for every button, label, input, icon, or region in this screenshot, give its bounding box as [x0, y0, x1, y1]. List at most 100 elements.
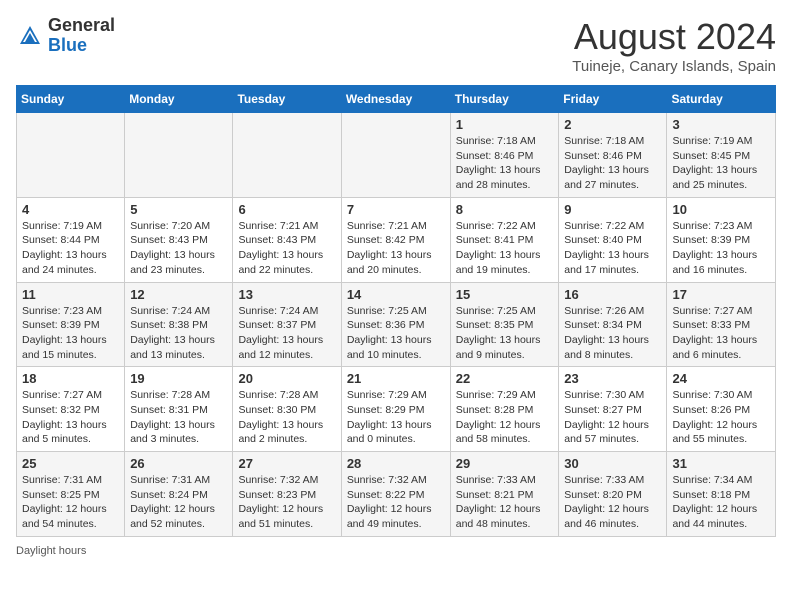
calendar-cell: 4 Sunrise: 7:19 AM Sunset: 8:44 PM Daylig…	[17, 197, 125, 282]
day-number: 6	[238, 202, 335, 217]
day-info: Sunrise: 7:33 AM Sunset: 8:21 PM Dayligh…	[456, 473, 554, 532]
col-header-friday: Friday	[559, 86, 667, 113]
day-info: Sunrise: 7:26 AM Sunset: 8:34 PM Dayligh…	[564, 304, 661, 363]
day-info: Sunrise: 7:27 AM Sunset: 8:33 PM Dayligh…	[672, 304, 770, 363]
calendar-cell: 5Sunrise: 7:20 AM Sunset: 8:43 PM Daylig…	[125, 197, 233, 282]
calendar-cell: 21Sunrise: 7:29 AM Sunset: 8:29 PM Dayli…	[341, 367, 450, 452]
day-info: Sunrise: 7:29 AM Sunset: 8:28 PM Dayligh…	[456, 388, 554, 447]
calendar-header-row: SundayMondayTuesdayWednesdayThursdayFrid…	[17, 86, 776, 113]
calendar-cell: 25 Sunrise: 7:31 AM Sunset: 8:25 PM Dayli…	[17, 452, 125, 537]
day-info: Sunrise: 7:18 AM Sunset: 8:46 PM Dayligh…	[564, 134, 661, 193]
col-header-saturday: Saturday	[667, 86, 776, 113]
day-info: Sunrise: 7:19 AM Sunset: 8:44 PM Dayligh…	[22, 219, 119, 278]
day-info: Sunrise: 7:25 AM Sunset: 8:36 PM Dayligh…	[347, 304, 445, 363]
calendar-cell: 27Sunrise: 7:32 AM Sunset: 8:23 PM Dayli…	[233, 452, 341, 537]
day-number: 4	[22, 202, 119, 217]
day-number: 17	[672, 287, 770, 302]
day-info: Sunrise: 7:22 AM Sunset: 8:41 PM Dayligh…	[456, 219, 554, 278]
calendar-cell: 23 Sunrise: 7:30 AM Sunset: 8:27 PM Dayli…	[559, 367, 667, 452]
col-header-monday: Monday	[125, 86, 233, 113]
day-info: Sunrise: 7:28 AM Sunset: 8:30 PM Dayligh…	[238, 388, 335, 447]
calendar-cell: 16Sunrise: 7:26 AM Sunset: 8:34 PM Dayli…	[559, 282, 667, 367]
day-number: 30	[564, 456, 661, 471]
calendar-cell: 22Sunrise: 7:29 AM Sunset: 8:28 PM Dayli…	[450, 367, 559, 452]
day-info: Sunrise: 7:24 AM Sunset: 8:37 PM Dayligh…	[238, 304, 335, 363]
calendar-cell: 20 Sunrise: 7:28 AM Sunset: 8:30 PM Dayli…	[233, 367, 341, 452]
day-info: Sunrise: 7:21 AM Sunset: 8:42 PM Dayligh…	[347, 219, 445, 278]
logo-icon	[16, 22, 44, 50]
calendar-cell: 26 Sunrise: 7:31 AM Sunset: 8:24 PM Dayli…	[125, 452, 233, 537]
daylight-label: Daylight hours	[16, 545, 86, 557]
month-title: August 2024	[572, 16, 776, 58]
logo: General Blue	[16, 16, 115, 56]
calendar-cell: 28 Sunrise: 7:32 AM Sunset: 8:22 PM Dayli…	[341, 452, 450, 537]
day-number: 23	[564, 371, 661, 386]
day-number: 14	[347, 287, 445, 302]
col-header-wednesday: Wednesday	[341, 86, 450, 113]
logo-general-text: General	[48, 15, 115, 35]
day-number: 19	[130, 371, 227, 386]
calendar-cell: 6 Sunrise: 7:21 AM Sunset: 8:43 PM Daylig…	[233, 197, 341, 282]
calendar-cell: 12 Sunrise: 7:24 AM Sunset: 8:38 PM Dayli…	[125, 282, 233, 367]
calendar-week-row: 4 Sunrise: 7:19 AM Sunset: 8:44 PM Daylig…	[17, 197, 776, 282]
day-number: 31	[672, 456, 770, 471]
day-info: Sunrise: 7:28 AM Sunset: 8:31 PM Dayligh…	[130, 388, 227, 447]
day-info: Sunrise: 7:32 AM Sunset: 8:22 PM Dayligh…	[347, 473, 445, 532]
day-number: 8	[456, 202, 554, 217]
calendar-cell: 3 Sunrise: 7:19 AM Sunset: 8:45 PM Daylig…	[667, 113, 776, 198]
day-number: 3	[672, 117, 770, 132]
location-subtitle: Tuineje, Canary Islands, Spain	[572, 58, 776, 75]
day-info: Sunrise: 7:21 AM Sunset: 8:43 PM Dayligh…	[238, 219, 335, 278]
day-info: Sunrise: 7:18 AM Sunset: 8:46 PM Dayligh…	[456, 134, 554, 193]
calendar-week-row: 25 Sunrise: 7:31 AM Sunset: 8:25 PM Dayli…	[17, 452, 776, 537]
calendar-cell: 17 Sunrise: 7:27 AM Sunset: 8:33 PM Dayli…	[667, 282, 776, 367]
col-header-sunday: Sunday	[17, 86, 125, 113]
calendar-cell: 13Sunrise: 7:24 AM Sunset: 8:37 PM Dayli…	[233, 282, 341, 367]
calendar-cell: 10 Sunrise: 7:23 AM Sunset: 8:39 PM Dayli…	[667, 197, 776, 282]
day-number: 29	[456, 456, 554, 471]
day-number: 15	[456, 287, 554, 302]
day-number: 12	[130, 287, 227, 302]
day-number: 20	[238, 371, 335, 386]
col-header-tuesday: Tuesday	[233, 86, 341, 113]
header: General Blue August 2024 Tuineje, Canary…	[16, 16, 776, 75]
day-info: Sunrise: 7:29 AM Sunset: 8:29 PM Dayligh…	[347, 388, 445, 447]
calendar-week-row: 11 Sunrise: 7:23 AM Sunset: 8:39 PM Dayli…	[17, 282, 776, 367]
day-info: Sunrise: 7:22 AM Sunset: 8:40 PM Dayligh…	[564, 219, 661, 278]
logo-text: General Blue	[48, 16, 115, 56]
day-number: 28	[347, 456, 445, 471]
day-number: 18	[22, 371, 119, 386]
day-info: Sunrise: 7:27 AM Sunset: 8:32 PM Dayligh…	[22, 388, 119, 447]
day-info: Sunrise: 7:23 AM Sunset: 8:39 PM Dayligh…	[22, 304, 119, 363]
day-info: Sunrise: 7:23 AM Sunset: 8:39 PM Dayligh…	[672, 219, 770, 278]
day-info: Sunrise: 7:24 AM Sunset: 8:38 PM Dayligh…	[130, 304, 227, 363]
day-number: 2	[564, 117, 661, 132]
logo-blue-text: Blue	[48, 35, 87, 55]
day-info: Sunrise: 7:20 AM Sunset: 8:43 PM Dayligh…	[130, 219, 227, 278]
day-info: Sunrise: 7:31 AM Sunset: 8:24 PM Dayligh…	[130, 473, 227, 532]
calendar-cell: 29 Sunrise: 7:33 AM Sunset: 8:21 PM Dayli…	[450, 452, 559, 537]
day-info: Sunrise: 7:30 AM Sunset: 8:27 PM Dayligh…	[564, 388, 661, 447]
calendar-cell: 1Sunrise: 7:18 AM Sunset: 8:46 PM Daylig…	[450, 113, 559, 198]
day-number: 26	[130, 456, 227, 471]
day-info: Sunrise: 7:32 AM Sunset: 8:23 PM Dayligh…	[238, 473, 335, 532]
calendar-cell: 9 Sunrise: 7:22 AM Sunset: 8:40 PM Daylig…	[559, 197, 667, 282]
day-number: 25	[22, 456, 119, 471]
calendar-cell: 14 Sunrise: 7:25 AM Sunset: 8:36 PM Dayli…	[341, 282, 450, 367]
calendar-cell: 30 Sunrise: 7:33 AM Sunset: 8:20 PM Dayli…	[559, 452, 667, 537]
day-info: Sunrise: 7:30 AM Sunset: 8:26 PM Dayligh…	[672, 388, 770, 447]
calendar-cell: 24Sunrise: 7:30 AM Sunset: 8:26 PM Dayli…	[667, 367, 776, 452]
col-header-thursday: Thursday	[450, 86, 559, 113]
day-number: 11	[22, 287, 119, 302]
calendar-cell: 8 Sunrise: 7:22 AM Sunset: 8:41 PM Daylig…	[450, 197, 559, 282]
day-number: 9	[564, 202, 661, 217]
day-info: Sunrise: 7:34 AM Sunset: 8:18 PM Dayligh…	[672, 473, 770, 532]
calendar-cell: 7Sunrise: 7:21 AM Sunset: 8:42 PM Daylig…	[341, 197, 450, 282]
calendar-cell: 15Sunrise: 7:25 AM Sunset: 8:35 PM Dayli…	[450, 282, 559, 367]
day-number: 10	[672, 202, 770, 217]
day-info: Sunrise: 7:19 AM Sunset: 8:45 PM Dayligh…	[672, 134, 770, 193]
calendar-week-row: 18 Sunrise: 7:27 AM Sunset: 8:32 PM Dayli…	[17, 367, 776, 452]
legend: Daylight hours	[16, 545, 776, 557]
day-info: Sunrise: 7:31 AM Sunset: 8:25 PM Dayligh…	[22, 473, 119, 532]
day-info: Sunrise: 7:33 AM Sunset: 8:20 PM Dayligh…	[564, 473, 661, 532]
